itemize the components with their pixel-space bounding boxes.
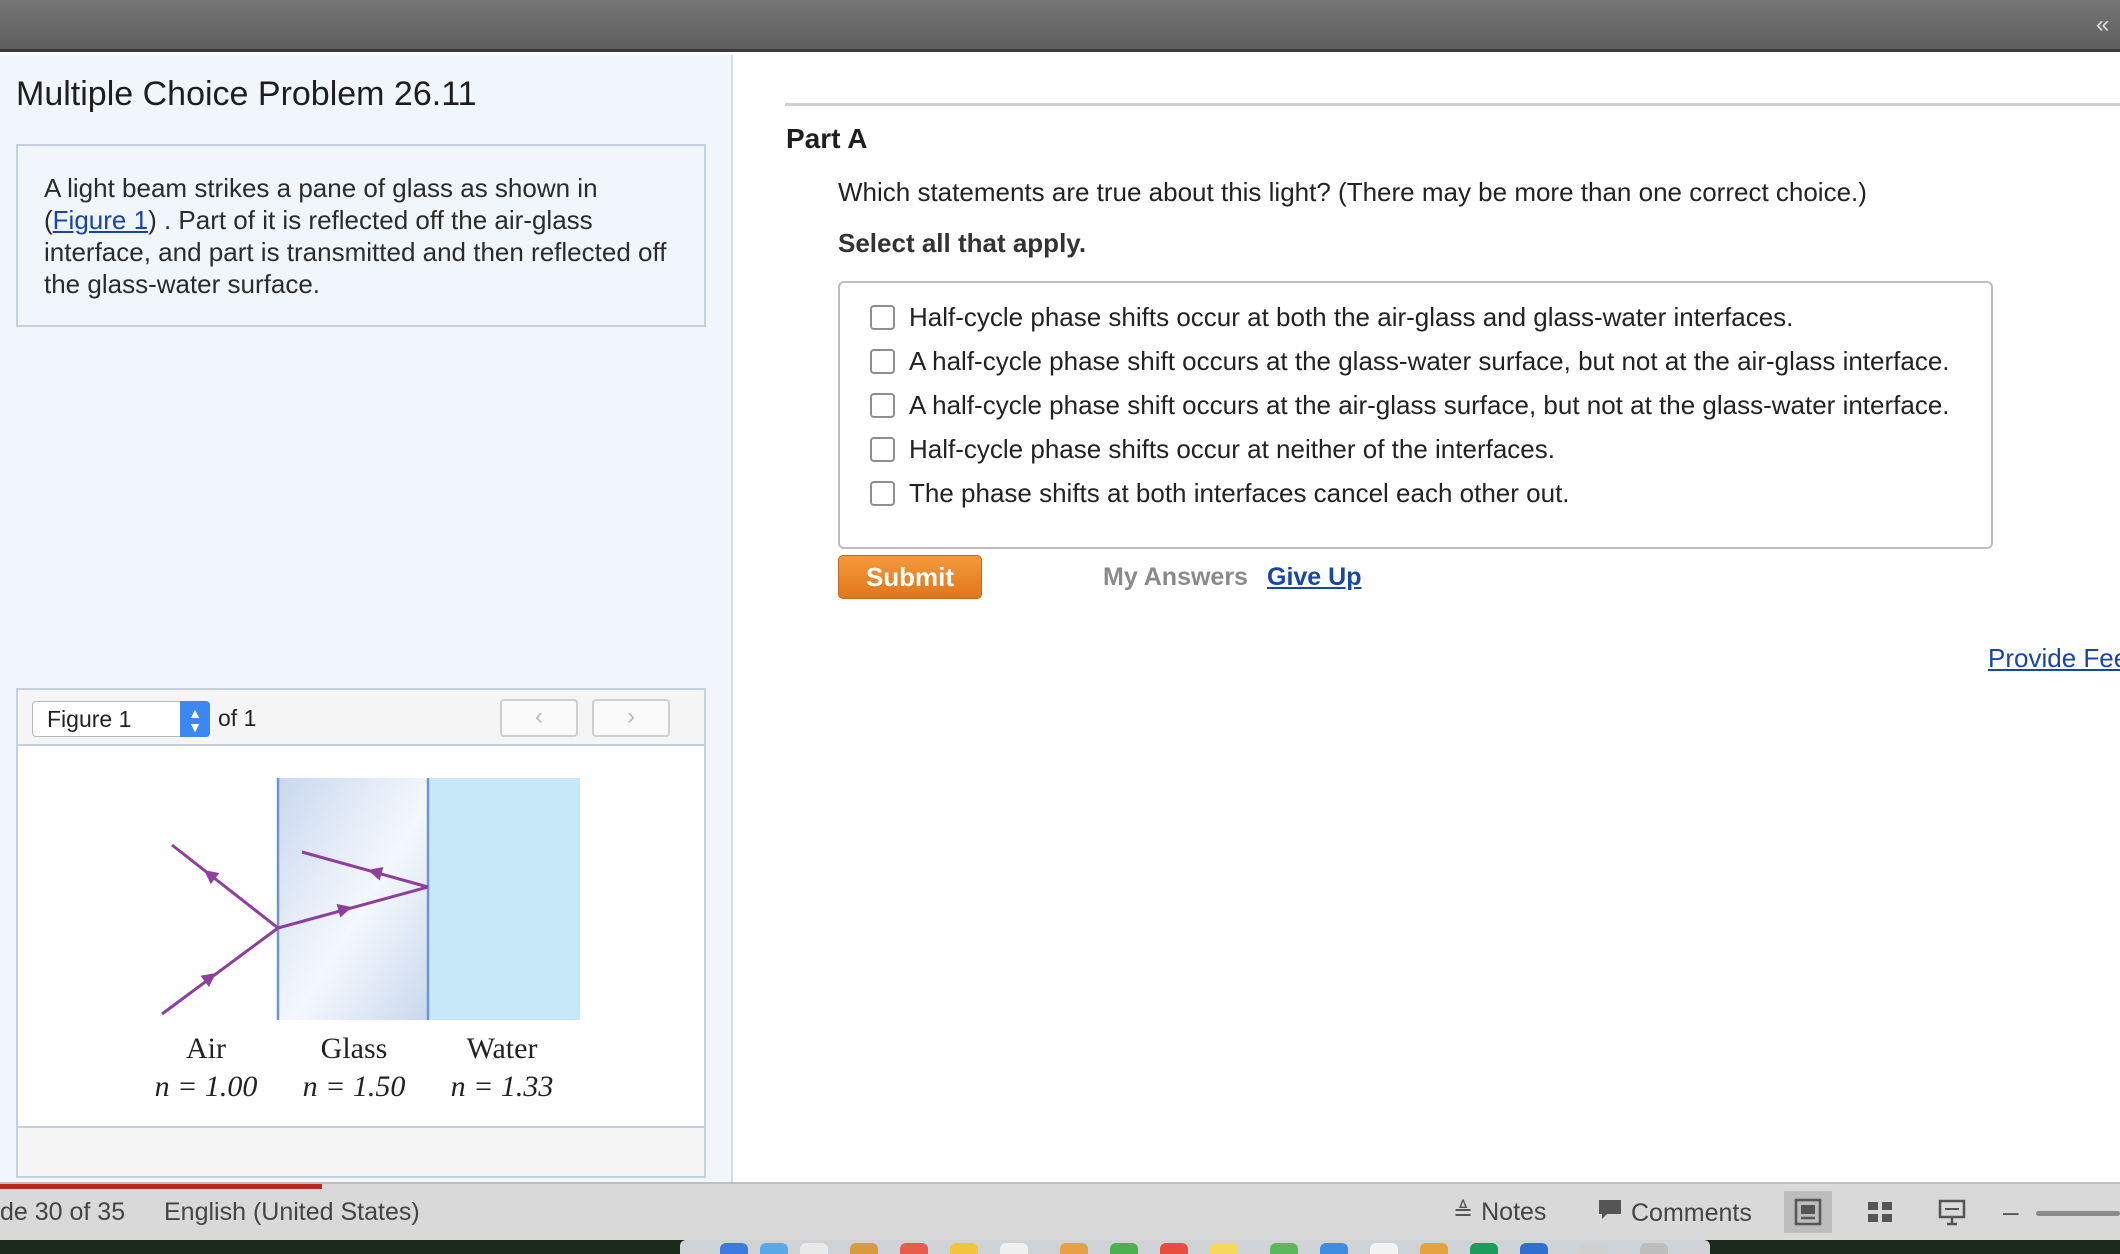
presentation-icon [1938,1199,1966,1226]
app-icon[interactable] [950,1243,978,1254]
comments-label: Comments [1631,1199,1752,1227]
figure-select-value: Figure 1 [47,706,132,732]
medium-label-glass: Glass [321,1032,388,1065]
grid-icon [1868,1202,1892,1222]
question-text: Which statements are true about this lig… [838,177,1867,207]
chevron-left-icon: ‹ [535,703,543,730]
medium-label-air: Air [186,1032,226,1065]
figure-select[interactable]: Figure 1 ▲ ▼ [32,701,210,737]
index-label-water: n = 1.33 [451,1070,554,1103]
checkbox[interactable] [870,480,895,506]
zoom-slider[interactable] [2036,1211,2120,1216]
choice-item[interactable]: Half-cycle phase shifts occur at neither… [870,431,1555,467]
normal-view-button[interactable] [1784,1191,1832,1233]
comment-icon [1597,1198,1623,1229]
instruction-text: Select all that apply. [838,228,1087,258]
prev-figure-button[interactable]: ‹ [500,699,578,737]
app-icon[interactable] [800,1243,828,1254]
checkbox[interactable] [870,392,895,418]
notes-icon: ≜ [1453,1199,1474,1226]
glass-pane [278,778,428,1020]
comments-button[interactable]: Comments [1597,1198,1752,1229]
app-icon[interactable] [1160,1243,1188,1254]
choice-label: A half-cycle phase shift occurs at the g… [909,345,1950,376]
app-icon[interactable] [900,1243,928,1254]
app-icon[interactable] [1000,1243,1028,1254]
status-bar: de 30 of 35 English (United States) ≜ No… [0,1182,2120,1240]
submit-button[interactable]: Submit [838,555,982,599]
choice-label: Half-cycle phase shifts occur at neither… [909,433,1555,464]
app-icon[interactable] [1470,1243,1498,1254]
dock [680,1240,1710,1254]
problem-panel: Multiple Choice Problem 26.11 A light be… [0,55,733,1182]
app-icon[interactable] [1210,1243,1238,1254]
choice-item[interactable]: The phase shifts at both interfaces canc… [870,475,1570,511]
figure-count: of 1 [218,705,257,731]
select-arrows-icon: ▲ ▼ [180,701,210,737]
index-label-air: n = 1.00 [155,1070,258,1103]
question-panel: Part A Which statements are true about t… [735,55,2120,1182]
normal-view-icon [1794,1198,1822,1226]
reflected-ray [171,843,279,930]
checkbox[interactable] [870,348,895,374]
app-icon[interactable] [720,1243,748,1254]
figure-link[interactable]: Figure 1 [53,205,148,235]
choice-item[interactable]: Half-cycle phase shifts occur at both th… [870,299,1793,335]
index-label-glass: n = 1.50 [303,1070,406,1103]
app-icon[interactable] [1270,1243,1298,1254]
water-region [428,778,580,1020]
language-indicator[interactable]: English (United States) [164,1198,420,1227]
app-icon[interactable] [1640,1243,1668,1254]
app-icon[interactable] [760,1243,788,1254]
part-title: Part A [786,123,868,154]
app-icon[interactable] [1370,1243,1398,1254]
zoom-out-icon[interactable]: – [2003,1196,2019,1228]
app-icon[interactable] [1520,1243,1548,1254]
choice-label: A half-cycle phase shift occurs at the a… [909,389,1950,420]
app-icon[interactable] [1580,1243,1608,1254]
app-icon[interactable] [1320,1243,1348,1254]
app-icon[interactable] [1420,1243,1448,1254]
divider [785,103,2120,106]
checkbox[interactable] [870,304,895,330]
figure-viewer: Figure 1 ▲ ▼ of 1 ‹ › Air Glass Water n … [16,688,706,1178]
presenter-view-button[interactable] [1928,1191,1976,1233]
choice-item[interactable]: A half-cycle phase shift occurs at the g… [870,343,1950,379]
figure-footer [18,1126,704,1176]
app-icon[interactable] [1110,1243,1138,1254]
top-toolbar: « [0,0,2120,52]
figure-header: Figure 1 ▲ ▼ of 1 ‹ › [18,690,704,746]
status-progress-line [0,1184,322,1189]
choice-label: Half-cycle phase shifts occur at both th… [909,301,1794,332]
slide-counter: de 30 of 35 [0,1198,126,1226]
problem-title: Multiple Choice Problem 26.11 [16,75,477,113]
app-window: « Multiple Choice Problem 26.11 A light … [0,0,2120,1254]
slide-sorter-button[interactable] [1856,1191,1904,1233]
my-answers-link[interactable]: My Answers [1103,563,1248,592]
choice-label: The phase shifts at both interfaces canc… [909,477,1570,508]
provide-feedback-link[interactable]: Provide Fee [1988,643,2120,674]
figure-diagram: Air Glass Water n = 1.00 n = 1.50 n = 1.… [155,778,580,1103]
choice-item[interactable]: A half-cycle phase shift occurs at the a… [870,387,1950,423]
app-icon[interactable] [850,1243,878,1254]
notes-button[interactable]: ≜ Notes [1453,1198,1546,1227]
problem-intro: A light beam strikes a pane of glass as … [16,144,706,327]
give-up-link[interactable]: Give Up [1267,563,1361,592]
chevron-right-icon: › [627,703,635,730]
collapse-icon[interactable]: « [2096,10,2120,40]
next-figure-button[interactable]: › [592,699,670,737]
app-icon[interactable] [1060,1243,1088,1254]
notes-label: Notes [1481,1198,1547,1226]
incident-ray [161,926,279,1016]
checkbox[interactable] [870,436,895,462]
choices-list: Half-cycle phase shifts occur at both th… [838,281,1993,549]
medium-label-water: Water [467,1032,538,1065]
